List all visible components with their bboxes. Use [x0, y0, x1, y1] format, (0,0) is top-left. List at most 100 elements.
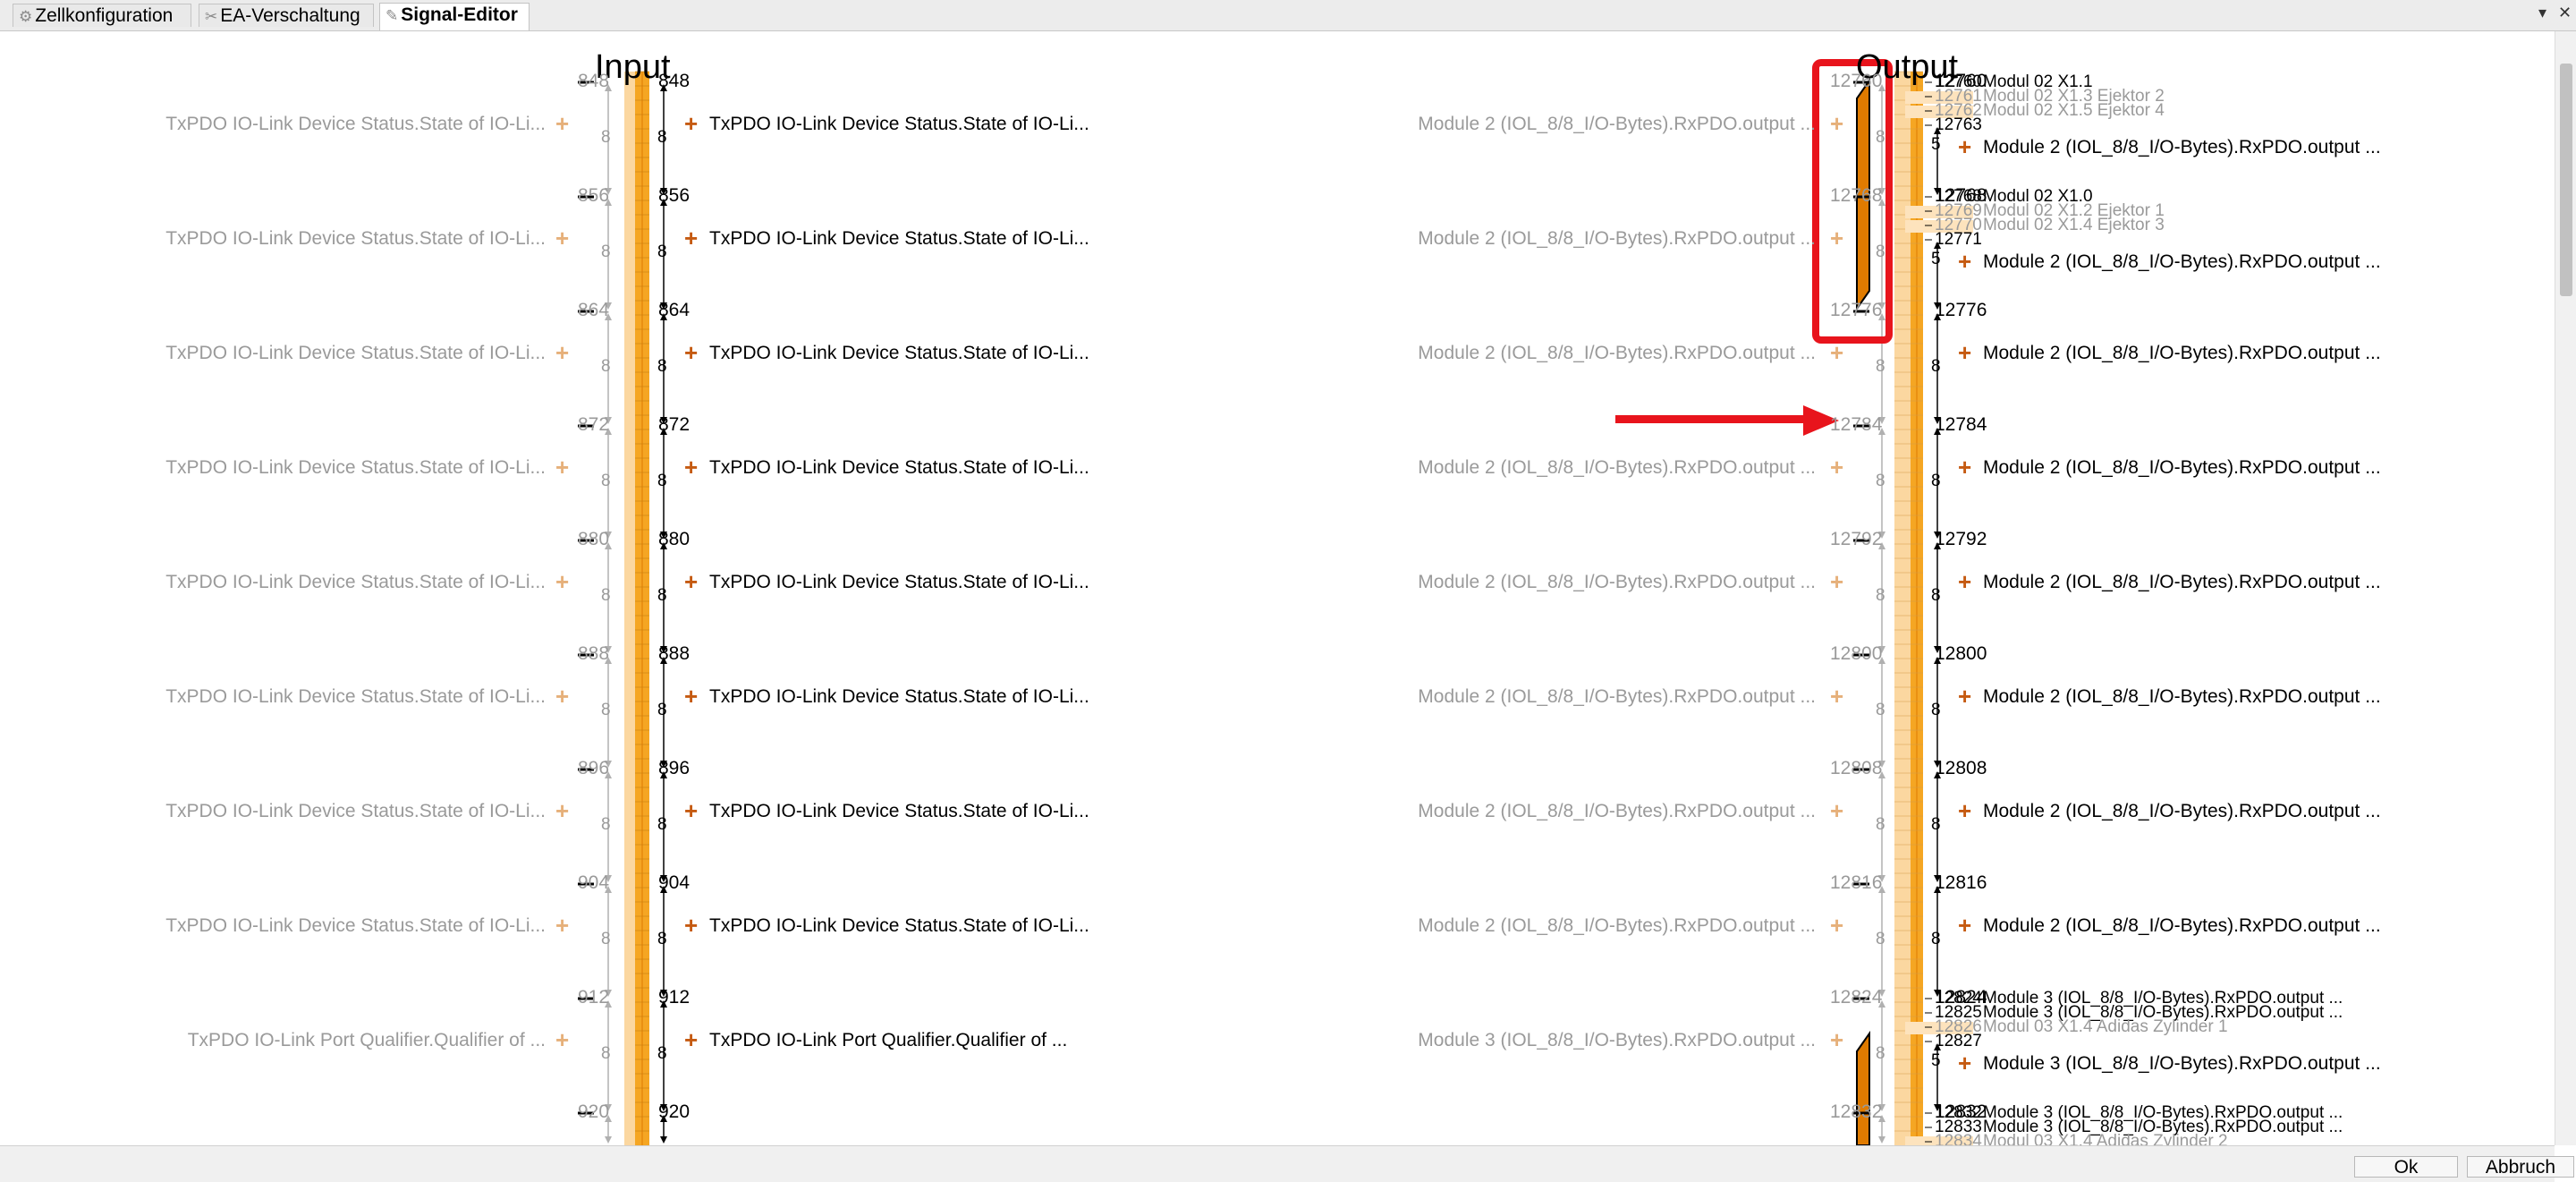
add-signal-icon[interactable]: + — [1958, 914, 1971, 937]
output-bit-label[interactable]: Modul 02 X1.5 Ejektor 4 — [1983, 102, 2165, 120]
input-address-right: 880 — [658, 529, 691, 549]
input-signal-label-right[interactable]: TxPDO IO-Link Device Status.State of IO-… — [709, 343, 1089, 364]
tab-signal-editor[interactable]: ✎ Signal-Editor — [379, 3, 530, 30]
add-signal-icon[interactable]: + — [1830, 112, 1843, 135]
output-signal-label-left[interactable]: Module 2 (IOL_8/8_I/O-Bytes).RxPDO.outpu… — [1377, 915, 1816, 937]
input-signal-label-right[interactable]: TxPDO IO-Link Device Status.State of IO-… — [709, 915, 1089, 937]
ok-button[interactable]: Ok — [2354, 1156, 2458, 1178]
output-signal-label-right[interactable]: Module 2 (IOL_8/8_I/O-Bytes).RxPDO.outpu… — [1983, 137, 2381, 158]
output-signal-label-left[interactable]: Module 2 (IOL_8/8_I/O-Bytes).RxPDO.outpu… — [1377, 343, 1816, 364]
scrollbar-thumb[interactable] — [2560, 64, 2572, 296]
output-bit-width-left: 8 — [1876, 930, 1885, 948]
input-address-right: 848 — [658, 71, 691, 91]
close-icon[interactable]: ✕ — [2558, 4, 2572, 22]
cancel-button[interactable]: Abbruch — [2467, 1156, 2574, 1178]
output-signal-label-right[interactable]: Module 3 (IOL_8/8_I/O-Bytes).RxPDO.outpu… — [1983, 1053, 2381, 1075]
input-signal-label-left[interactable]: TxPDO IO-Link Device Status.State of IO-… — [0, 915, 546, 937]
input-address-left: 904 — [578, 872, 610, 893]
output-bit-label[interactable]: Modul 03 X1.4 Adidas Zylinder 2 — [1983, 1133, 2228, 1146]
input-signal-label-left[interactable]: TxPDO IO-Link Port Qualifier.Qualifier o… — [0, 1030, 546, 1051]
add-signal-icon[interactable]: + — [1830, 685, 1843, 708]
input-signal-label-right[interactable]: TxPDO IO-Link Device Status.State of IO-… — [709, 114, 1089, 135]
output-bit-label[interactable]: Modul 02 X1.4 Ejektor 3 — [1983, 217, 2165, 234]
output-address-right: 12784 — [1935, 414, 1987, 435]
vertical-scrollbar[interactable] — [2555, 31, 2576, 1145]
add-signal-icon[interactable]: + — [684, 1028, 698, 1051]
signal-editor-canvas: Input Output 848 848 8 8 TxPDO IO-Link Devic… — [0, 31, 2555, 1145]
input-signal-label-left[interactable]: TxPDO IO-Link Device Status.State of IO-… — [0, 801, 546, 822]
add-signal-icon[interactable]: + — [1958, 341, 1971, 364]
add-signal-icon[interactable]: + — [555, 455, 569, 479]
output-signal-label-left[interactable]: Module 2 (IOL_8/8_I/O-Bytes).RxPDO.outpu… — [1377, 457, 1816, 479]
output-bit-width-right: 5 — [1931, 135, 1941, 154]
add-signal-icon[interactable]: + — [684, 455, 698, 479]
add-signal-icon[interactable]: + — [684, 226, 698, 250]
add-signal-icon[interactable]: + — [684, 341, 698, 364]
output-signal-label-left[interactable]: Module 2 (IOL_8/8_I/O-Bytes).RxPDO.outpu… — [1377, 572, 1816, 593]
add-signal-icon[interactable]: + — [1958, 135, 1971, 158]
output-bit-label[interactable]: Modul 03 X1.4 Adidas Zylinder 1 — [1983, 1018, 2228, 1036]
input-signal-label-left[interactable]: TxPDO IO-Link Device Status.State of IO-… — [0, 686, 546, 708]
add-signal-icon[interactable]: + — [1830, 914, 1843, 937]
output-bit-address: 12763 — [1935, 115, 1982, 134]
output-address-right: 12792 — [1935, 529, 1987, 549]
input-signal-label-right[interactable]: TxPDO IO-Link Device Status.State of IO-… — [709, 457, 1089, 479]
output-address-right: 12808 — [1935, 758, 1987, 778]
add-signal-icon[interactable]: + — [555, 799, 569, 822]
output-signal-label-left[interactable]: Module 2 (IOL_8/8_I/O-Bytes).RxPDO.outpu… — [1377, 801, 1816, 822]
output-signal-label-right[interactable]: Module 2 (IOL_8/8_I/O-Bytes).RxPDO.outpu… — [1983, 457, 2381, 479]
add-signal-icon[interactable]: + — [555, 570, 569, 593]
tab-zellkonfiguration[interactable]: ⚙ Zellkonfiguration — [13, 4, 191, 27]
output-signal-label-left[interactable]: Module 2 (IOL_8/8_I/O-Bytes).RxPDO.outpu… — [1377, 686, 1816, 708]
output-bit-width-left: 8 — [1876, 357, 1885, 376]
add-signal-icon[interactable]: + — [1830, 1028, 1843, 1051]
add-signal-icon[interactable]: + — [555, 1028, 569, 1051]
add-signal-icon[interactable]: + — [684, 914, 698, 937]
add-signal-icon[interactable]: + — [555, 226, 569, 250]
output-signal-label-left[interactable]: Module 2 (IOL_8/8_I/O-Bytes).RxPDO.outpu… — [1377, 228, 1816, 250]
add-signal-icon[interactable]: + — [1830, 341, 1843, 364]
input-signal-label-left[interactable]: TxPDO IO-Link Device Status.State of IO-… — [0, 114, 546, 135]
add-signal-icon[interactable]: + — [1958, 455, 1971, 479]
output-signal-label-right[interactable]: Module 2 (IOL_8/8_I/O-Bytes).RxPDO.outpu… — [1983, 251, 2381, 273]
output-signal-label-right[interactable]: Module 2 (IOL_8/8_I/O-Bytes).RxPDO.outpu… — [1983, 801, 2381, 822]
input-signal-label-left[interactable]: TxPDO IO-Link Device Status.State of IO-… — [0, 572, 546, 593]
add-signal-icon[interactable]: + — [684, 685, 698, 708]
add-signal-icon[interactable]: + — [684, 799, 698, 822]
add-signal-icon[interactable]: + — [1958, 570, 1971, 593]
add-signal-icon[interactable]: + — [1830, 570, 1843, 593]
add-signal-icon[interactable]: + — [1958, 250, 1971, 273]
input-signal-label-left[interactable]: TxPDO IO-Link Device Status.State of IO-… — [0, 343, 546, 364]
tab-ea-verschaltung[interactable]: ✂ EA-Verschaltung — [199, 4, 374, 27]
output-signal-label-right[interactable]: Module 2 (IOL_8/8_I/O-Bytes).RxPDO.outpu… — [1983, 572, 2381, 593]
output-signal-label-right[interactable]: Module 2 (IOL_8/8_I/O-Bytes).RxPDO.outpu… — [1983, 343, 2381, 364]
add-signal-icon[interactable]: + — [1958, 799, 1971, 822]
output-signal-label-right[interactable]: Module 2 (IOL_8/8_I/O-Bytes).RxPDO.outpu… — [1983, 686, 2381, 708]
output-signal-label-left[interactable]: Module 2 (IOL_8/8_I/O-Bytes).RxPDO.outpu… — [1377, 114, 1816, 135]
input-bit-width-left: 8 — [601, 586, 611, 605]
output-signal-label-left[interactable]: Module 3 (IOL_8/8_I/O-Bytes).RxPDO.outpu… — [1377, 1030, 1816, 1051]
input-signal-label-left[interactable]: TxPDO IO-Link Device Status.State of IO-… — [0, 457, 546, 479]
output-signal-label-right[interactable]: Module 2 (IOL_8/8_I/O-Bytes).RxPDO.outpu… — [1983, 915, 2381, 937]
input-signal-label-right[interactable]: TxPDO IO-Link Device Status.State of IO-… — [709, 686, 1089, 708]
input-signal-label-right[interactable]: TxPDO IO-Link Device Status.State of IO-… — [709, 228, 1089, 250]
add-signal-icon[interactable]: + — [684, 570, 698, 593]
add-signal-icon[interactable]: + — [1830, 226, 1843, 250]
input-signal-label-left[interactable]: TxPDO IO-Link Device Status.State of IO-… — [0, 228, 546, 250]
add-signal-icon[interactable]: + — [555, 341, 569, 364]
input-signal-label-right[interactable]: TxPDO IO-Link Device Status.State of IO-… — [709, 572, 1089, 593]
input-address-left: 864 — [578, 300, 610, 320]
add-signal-icon[interactable]: + — [555, 685, 569, 708]
input-address-right: 920 — [658, 1101, 691, 1122]
input-bit-width-right: 8 — [657, 1044, 667, 1063]
add-signal-icon[interactable]: + — [1958, 685, 1971, 708]
input-signal-label-right[interactable]: TxPDO IO-Link Port Qualifier.Qualifier o… — [709, 1030, 1067, 1051]
add-signal-icon[interactable]: + — [555, 112, 569, 135]
input-signal-label-right[interactable]: TxPDO IO-Link Device Status.State of IO-… — [709, 801, 1089, 822]
add-signal-icon[interactable]: + — [555, 914, 569, 937]
add-signal-icon[interactable]: + — [684, 112, 698, 135]
chevron-down-icon[interactable]: ▾ — [2538, 4, 2546, 22]
add-signal-icon[interactable]: + — [1830, 799, 1843, 822]
add-signal-icon[interactable]: + — [1830, 455, 1843, 479]
add-signal-icon[interactable]: + — [1958, 1051, 1971, 1075]
